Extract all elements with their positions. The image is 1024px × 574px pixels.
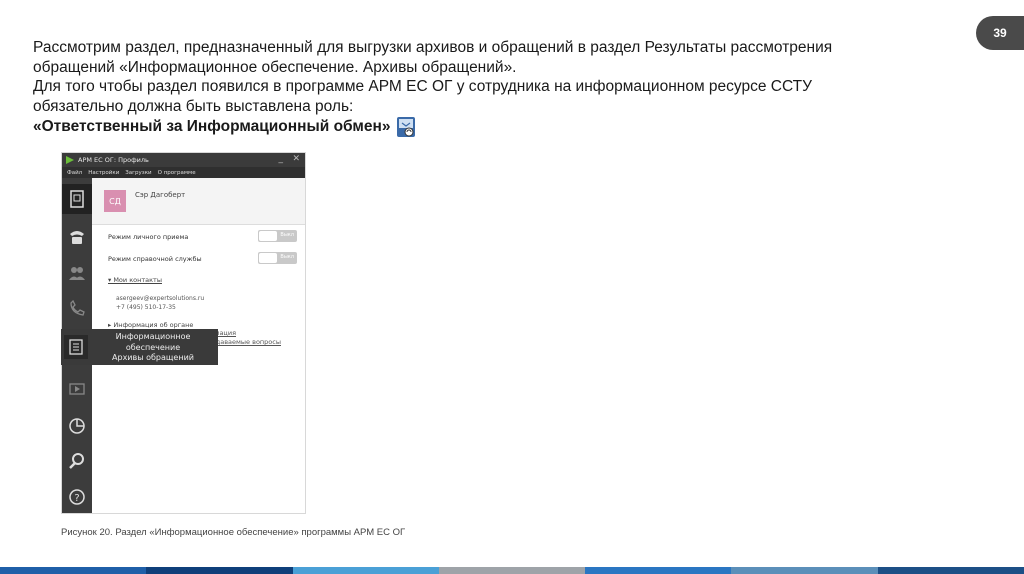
menu-downloads[interactable]: Загрузки [125, 170, 151, 176]
info-support-tooltip: Информационное обеспечение Архивы обраще… [61, 329, 218, 365]
mode-personal-label: Режим личного приема [108, 233, 189, 241]
app-logo-icon [66, 156, 74, 164]
footer-segment-5 [731, 567, 878, 574]
close-icon[interactable]: ✕ [292, 154, 300, 164]
call-icon [70, 300, 85, 316]
app-titlebar: АРМ ЕС ОГ: Профиль _ ✕ [62, 153, 305, 167]
role-line: «Ответственный за Информационный обмен» [33, 116, 933, 138]
people-icon [69, 267, 85, 280]
sidebar-item-profile[interactable] [62, 184, 92, 214]
footer-segment-2 [292, 567, 439, 574]
user-name: Сэр Дагоберт [135, 191, 186, 199]
sidebar-item-statistics[interactable] [62, 411, 92, 441]
page-number-badge: 39 [976, 16, 1024, 50]
help-icon: ? [69, 489, 85, 505]
footer-segment-6 [877, 567, 1024, 574]
menu-settings[interactable]: Настройки [88, 170, 119, 176]
body-line-1: Рассмотрим раздел, предназначенный для в… [33, 39, 833, 56]
footer-segment-1 [146, 567, 293, 574]
phone-icon [70, 231, 84, 244]
menu-file[interactable]: Файл [67, 170, 82, 176]
svg-text:?: ? [74, 493, 79, 504]
body-line-3: Для того чтобы раздел появился в програм… [33, 78, 812, 95]
search-icon [69, 453, 84, 469]
sidebar-item-calls[interactable] [62, 294, 92, 324]
sidebar-item-reception[interactable] [62, 222, 92, 252]
app-title: АРМ ЕС ОГ: Профиль [78, 156, 149, 164]
body-line-2: обращений «Информационное обеспечение. А… [33, 58, 517, 76]
figure-caption: Рисунок 20. Раздел «Информационное обесп… [61, 527, 406, 538]
avatar: СД [104, 190, 126, 212]
contact-email: asergeev@expertsolutions.ru [116, 295, 205, 302]
mode-help-toggle[interactable]: Выкл [258, 252, 297, 264]
sidebar-item-search[interactable] [62, 446, 92, 476]
org-info-link[interactable]: ▸ Информация об органе [108, 321, 193, 329]
tooltip-line-1: Информационное [115, 332, 191, 341]
footer-color-bar [0, 567, 1024, 574]
footer-segment-3 [438, 567, 586, 574]
tooltip-document-icon [64, 335, 88, 359]
my-contacts-link[interactable]: ▾ Мои контакты [108, 276, 162, 284]
profile-card-icon [70, 190, 84, 208]
tooltip-line-3: Архивы обращений [112, 353, 194, 362]
info-exchange-role-icon [397, 117, 416, 137]
app-menubar: Файл Настройки Загрузки О программе [62, 167, 305, 178]
mode-personal-toggle[interactable]: Выкл [258, 230, 297, 242]
contact-phone: +7 (495) 510-17-35 [116, 304, 176, 311]
menu-about[interactable]: О программе [158, 170, 196, 176]
tooltip-line-2: обеспечение [125, 342, 181, 352]
sidebar-item-media[interactable] [62, 374, 92, 404]
mode-help-label: Режим справочной службы [108, 255, 202, 263]
sidebar-item-help[interactable]: ? [62, 482, 92, 512]
profile-header: СД Сэр Дагоберт [92, 178, 305, 225]
footer-segment-4 [585, 567, 732, 574]
minimize-icon[interactable]: _ [279, 154, 284, 164]
sidebar-item-contacts[interactable] [62, 258, 92, 288]
body-line-4: обязательно должна быть выставлена роль: [33, 97, 354, 115]
media-icon [69, 383, 85, 395]
footer-segment-0 [0, 567, 147, 574]
slide-body-text: Рассмотрим раздел, предназначенный для в… [33, 38, 933, 138]
pie-chart-icon [69, 418, 85, 434]
role-name: «Ответственный за Информационный обмен» [33, 118, 391, 136]
